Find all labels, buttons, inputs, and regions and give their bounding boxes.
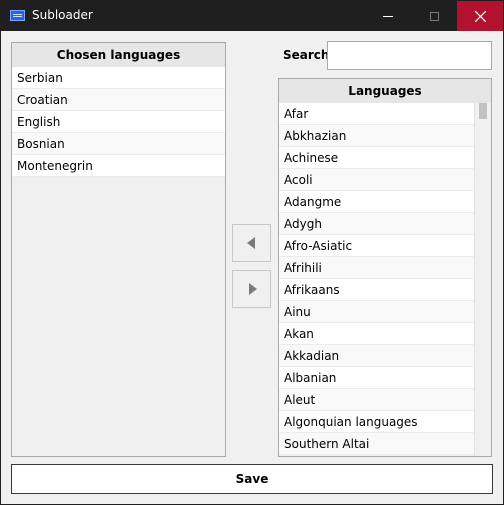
search-input[interactable] [327,41,492,70]
list-item[interactable]: Croatian [12,89,225,111]
left-arrow-icon [246,237,255,249]
list-item[interactable]: Adygh [279,213,474,235]
title-bar[interactable]: Subloader [1,1,503,31]
list-item[interactable]: Southern Altai [279,433,474,455]
list-item[interactable]: Bosnian [12,133,225,155]
maximize-icon [429,11,439,21]
keyboard-icon [10,10,25,21]
move-right-button[interactable] [232,270,271,308]
save-button[interactable]: Save [11,464,493,494]
maximize-button[interactable] [411,1,457,31]
list-item[interactable]: Afrihili [279,257,474,279]
list-item[interactable]: Ainu [279,301,474,323]
list-item[interactable]: Aleut [279,389,474,411]
list-item[interactable]: Algonquian languages [279,411,474,433]
list-item[interactable]: Akan [279,323,474,345]
languages-header: Languages [279,79,491,104]
languages-scrollbar[interactable] [474,103,491,456]
list-item[interactable]: Afro-Asiatic [279,235,474,257]
minimize-icon [383,15,393,17]
chosen-languages-header: Chosen languages [12,43,225,68]
list-item[interactable]: Adangme [279,191,474,213]
scrollbar-thumb[interactable] [479,103,487,119]
window-title: Subloader [32,8,93,22]
chosen-languages-list: Serbian Croatian English Bosnian Montene… [12,67,225,177]
move-left-button[interactable] [232,224,271,262]
list-item[interactable]: Acoli [279,169,474,191]
languages-panel: Languages Afar Abkhazian Achinese Acoli … [278,78,492,457]
chosen-languages-panel: Chosen languages Serbian Croatian Englis… [11,42,226,457]
minimize-button[interactable] [365,1,411,31]
list-item[interactable]: Albanian [279,367,474,389]
right-arrow-icon [248,283,257,295]
list-item[interactable]: Akkadian [279,345,474,367]
list-item[interactable]: Afar [279,103,474,125]
list-item[interactable]: Afrikaans [279,279,474,301]
list-item[interactable]: English [12,111,225,133]
list-item[interactable]: Abkhazian [279,125,474,147]
languages-list: Afar Abkhazian Achinese Acoli Adangme Ad… [279,103,474,455]
close-icon [474,10,486,22]
list-item[interactable]: Montenegrin [12,155,225,177]
close-button[interactable] [457,1,503,31]
list-item[interactable]: Achinese [279,147,474,169]
list-item[interactable]: Serbian [12,67,225,89]
